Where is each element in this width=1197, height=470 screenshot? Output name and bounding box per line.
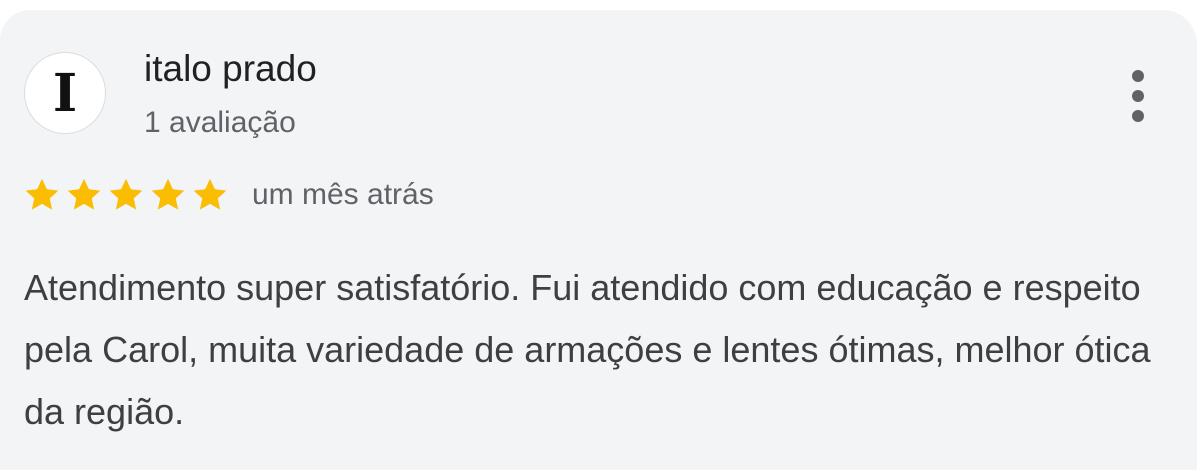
reviewer-review-count[interactable]: 1 avaliação	[144, 105, 296, 141]
star-icon	[151, 178, 185, 210]
star-icon	[25, 178, 59, 210]
avatar-initial: I	[52, 63, 78, 124]
star-rating	[22, 176, 230, 214]
more-vert-icon-dot	[1132, 70, 1144, 82]
star-icon	[67, 178, 101, 210]
more-vert-icon-dot	[1132, 90, 1144, 102]
star-icon	[109, 178, 143, 210]
review-card: I italo prado 1 avaliação um mês atrás A…	[0, 10, 1197, 470]
reviewer-name[interactable]: italo prado	[144, 47, 317, 91]
review-text: Atendimento super satisfatório. Fui aten…	[24, 267, 1151, 432]
more-vert-icon-dot	[1132, 110, 1144, 122]
avatar[interactable]: I	[24, 52, 106, 134]
more-options-button[interactable]	[1118, 66, 1158, 126]
star-icon	[193, 178, 227, 210]
review-date: um mês atrás	[252, 178, 434, 211]
